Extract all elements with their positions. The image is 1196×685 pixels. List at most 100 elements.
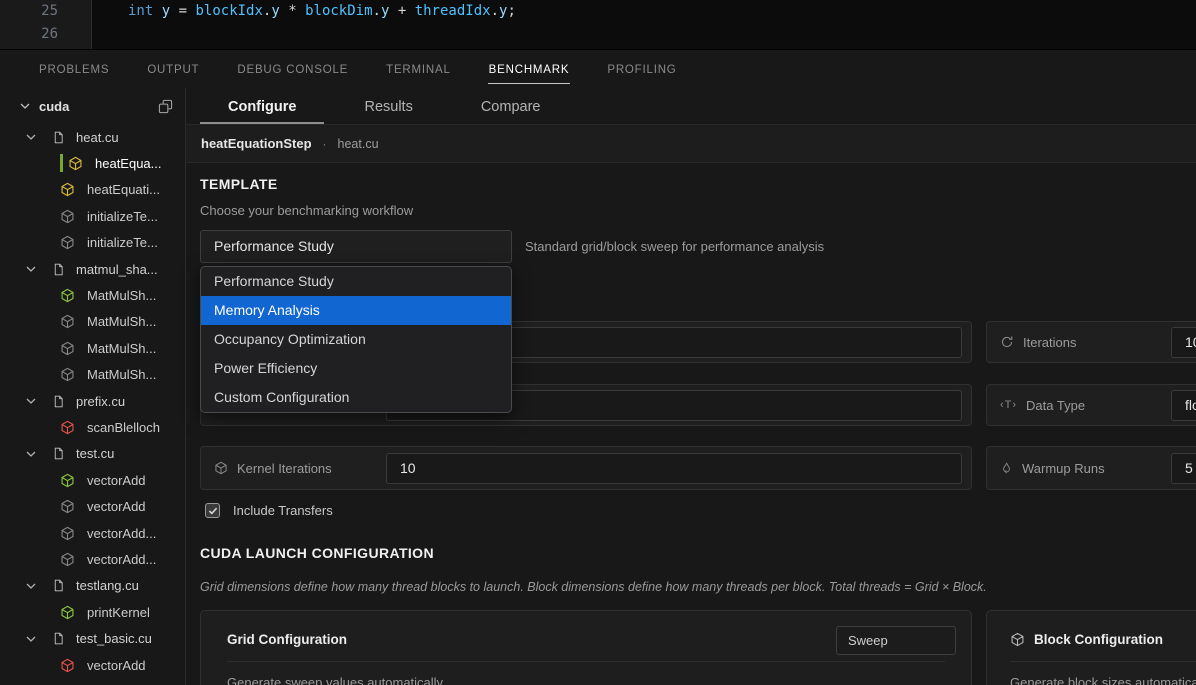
sidebar-kernel-vectorAdd[interactable]: vectorAdd... (0, 546, 185, 572)
breadcrumb: heatEquationStep · heat.cu (186, 124, 1196, 163)
block-configuration-hint: Generate block sizes automatically (1010, 675, 1196, 685)
iterations-label-group: Iterations (1000, 322, 1076, 362)
include-transfers-label: Include Transfers (233, 503, 333, 518)
sidebar-kernel-MatMulSh[interactable]: MatMulSh... (0, 335, 185, 361)
sidebar-header[interactable]: cuda (0, 88, 185, 124)
tab-configure[interactable]: Configure (200, 91, 324, 124)
sidebar-kernel-MatMulSh[interactable]: MatMulSh... (0, 282, 185, 308)
cube-icon (60, 235, 75, 250)
sidebar-kernel-printKernel[interactable]: printKernel (0, 599, 185, 625)
sidebar-file-matmul_sha[interactable]: matmul_sha... (0, 256, 185, 282)
sidebar-kernel-heatEqua[interactable]: heatEqua... (0, 150, 185, 176)
chevron-down-icon (26, 398, 36, 404)
warmup-runs-input[interactable]: 5 (1171, 453, 1196, 484)
chevron-down-icon (20, 103, 30, 109)
sidebar-kernel-heatEquati[interactable]: heatEquati... (0, 177, 185, 203)
kernel-iterations-input[interactable]: 10 (386, 453, 962, 484)
panel-tab-debug-console[interactable]: DEBUG CONSOLE (236, 55, 349, 83)
sidebar-kernel-vectorAdd[interactable]: vectorAdd (0, 467, 185, 493)
editor-code-line[interactable] (128, 26, 1196, 49)
code-editor[interactable]: 2526 int y = blockIdx.y * blockDim.y + t… (0, 0, 1196, 50)
cube-icon (60, 499, 75, 514)
dropdown-option[interactable]: Custom Configuration (201, 383, 511, 412)
dropdown-option[interactable]: Memory Analysis (201, 296, 511, 325)
template-section-title: TEMPLATE (200, 176, 278, 192)
tree-item-label: vectorAdd... (87, 552, 156, 567)
code-token: blockIdx (195, 3, 262, 19)
tree-item-label: matmul_sha... (76, 262, 158, 277)
panel-tab-terminal[interactable]: TERMINAL (385, 55, 452, 83)
sidebar-kernel-scanBlelloch[interactable]: scanBlelloch (0, 414, 185, 440)
tree-item-label: initializeTe... (87, 235, 158, 250)
data-type-input[interactable]: float (1171, 390, 1196, 421)
breadcrumb-file[interactable]: heat.cu (338, 137, 379, 151)
sidebar-kernel-initializeTe[interactable]: initializeTe... (0, 230, 185, 256)
chevron-down-icon (26, 451, 36, 457)
sidebar-kernel-vectorAdd[interactable]: vectorAdd (0, 493, 185, 519)
grid-configuration-card: Grid Configuration Sweep Generate sweep … (200, 610, 972, 685)
sidebar-file-test_basiccu[interactable]: test_basic.cu (0, 625, 185, 651)
file-icon (52, 130, 65, 145)
benchmark-subtabs: Configure Results Compare (186, 88, 1196, 124)
code-token: blockDim (305, 3, 372, 19)
code-token: . (491, 3, 499, 19)
chevron-down-icon (26, 134, 36, 140)
cube-icon (68, 156, 83, 171)
cube-icon (214, 461, 228, 475)
chevron-down-icon (26, 583, 36, 589)
sidebar-kernel-initializeTe[interactable]: initializeTe... (0, 203, 185, 229)
tree-item-label: printKernel (87, 605, 150, 620)
breadcrumb-kernel[interactable]: heatEquationStep (201, 136, 312, 151)
kernel-tree: heat.cuheatEqua... heatEquati... initializ… (0, 124, 185, 678)
sidebar-kernel-vectorAdd[interactable]: vectorAdd... (0, 520, 185, 546)
cube-icon (60, 658, 75, 673)
chevron-down-icon (26, 266, 36, 272)
editor-code-line[interactable]: int y = blockIdx.y * blockDim.y + thread… (128, 3, 1196, 26)
iterations-input[interactable]: 10 (1171, 327, 1196, 358)
cube-icon (60, 605, 75, 620)
kernel-iterations-label: Kernel Iterations (237, 461, 332, 476)
dropdown-option[interactable]: Power Efficiency (201, 354, 511, 383)
selection-indicator (60, 154, 63, 172)
tab-results[interactable]: Results (336, 91, 440, 124)
cube-icon (60, 473, 75, 488)
panel-tab-bar: PROBLEMS OUTPUT DEBUG CONSOLE TERMINAL BENCH… (0, 50, 1196, 88)
template-select[interactable]: Performance Study (200, 230, 512, 263)
panel-tab-problems[interactable]: PROBLEMS (38, 55, 110, 83)
sidebar-file-testlangcu[interactable]: testlang.cu (0, 573, 185, 599)
cube-icon (60, 182, 75, 197)
editor-code-area[interactable]: int y = blockIdx.y * blockDim.y + thread… (92, 0, 1196, 49)
grid-mode-select[interactable]: Sweep (836, 626, 956, 655)
panel-tab-output[interactable]: OUTPUT (146, 55, 200, 83)
tree-item-label: heatEquati... (87, 182, 160, 197)
kernel-sidebar: cuda heat.cuheatEqua... heatEquati... init… (0, 88, 186, 685)
include-transfers-checkbox-row[interactable]: Include Transfers (205, 503, 333, 518)
sidebar-kernel-vectorAdd[interactable]: vectorAdd (0, 652, 185, 678)
dropdown-option[interactable]: Occupancy Optimization (201, 325, 511, 354)
sidebar-file-prefixcu[interactable]: prefix.cu (0, 388, 185, 414)
cube-icon (60, 209, 75, 224)
file-icon (52, 446, 65, 461)
sidebar-kernel-MatMulSh[interactable]: MatMulSh... (0, 362, 185, 388)
sidebar-file-heatcu[interactable]: heat.cu (0, 124, 185, 150)
code-token: = (179, 3, 187, 19)
cube-icon (60, 552, 75, 567)
panel-tab-profiling[interactable]: PROFILING (606, 55, 677, 83)
code-token: y (162, 3, 170, 19)
copy-icon[interactable] (158, 99, 173, 114)
checkbox-checked-icon[interactable] (205, 503, 220, 518)
tree-item-label: initializeTe... (87, 209, 158, 224)
cube-icon (60, 526, 75, 541)
sync-icon (1000, 335, 1014, 349)
code-token: + (389, 3, 414, 19)
tab-compare[interactable]: Compare (453, 91, 569, 124)
sidebar-file-testcu[interactable]: test.cu (0, 441, 185, 467)
block-configuration-card: Block Configuration Generate block sizes… (986, 610, 1196, 685)
dropdown-option[interactable]: Performance Study (201, 267, 511, 296)
divider (227, 661, 945, 662)
sidebar-kernel-MatMulSh[interactable]: MatMulSh... (0, 309, 185, 335)
launch-section-description: Grid dimensions define how many thread b… (200, 580, 987, 594)
panel-tab-benchmark[interactable]: BENCHMARK (488, 55, 571, 84)
iterations-label: Iterations (1023, 335, 1076, 350)
launch-section-title: CUDA LAUNCH CONFIGURATION (200, 545, 434, 561)
